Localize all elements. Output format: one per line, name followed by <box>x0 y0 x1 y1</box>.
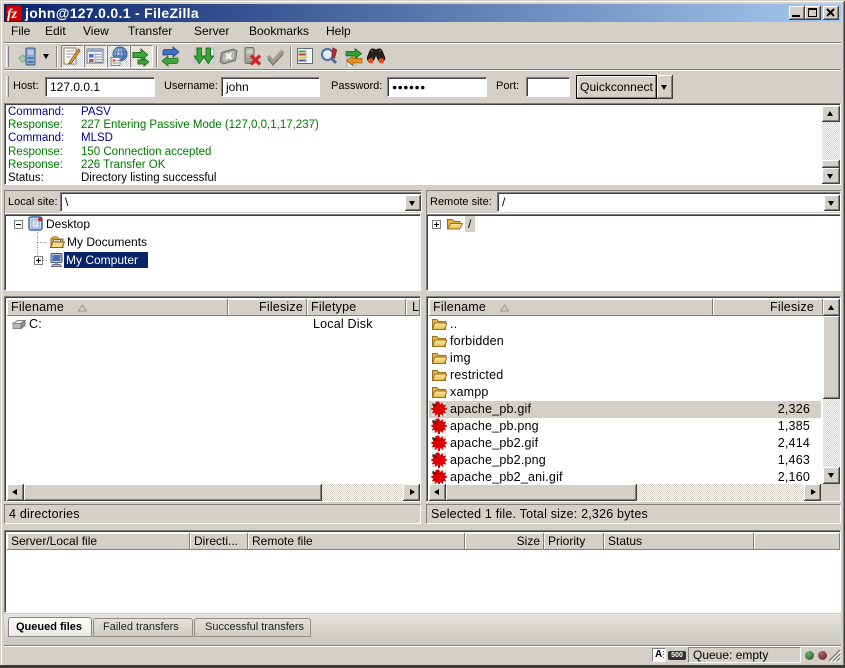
svg-text:fz: fz <box>7 7 18 21</box>
